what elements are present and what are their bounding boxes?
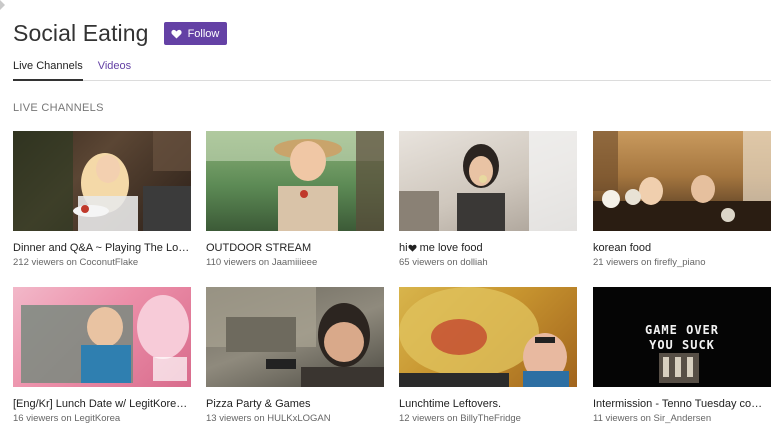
follow-button[interactable]: Follow xyxy=(163,22,228,45)
channel-meta[interactable]: 16 viewers on LegitKorea xyxy=(13,413,191,424)
thumbnail-art xyxy=(659,353,699,383)
section-heading: LIVE CHANNELS xyxy=(13,102,104,114)
channel-card[interactable]: Dinner and Q&A ~ Playing The Lo… 212 vie… xyxy=(13,131,191,268)
thumbnail-art xyxy=(13,131,191,231)
channel-title[interactable]: Lunchtime Leftovers. xyxy=(399,398,577,410)
channel-card[interactable]: Pizza Party & Games 13 viewers on HULKxL… xyxy=(206,287,384,424)
channel-card[interactable]: korean food 21 viewers on firefly_piano xyxy=(593,131,771,268)
stream-thumbnail[interactable] xyxy=(206,287,384,387)
channel-card[interactable]: GAME OVER YOU SUCK Intermission - Tenno … xyxy=(593,287,771,424)
channel-title[interactable]: Pizza Party & Games xyxy=(206,398,384,410)
tab-bar: Live Channels Videos xyxy=(13,60,771,81)
thumbnail-art xyxy=(399,131,577,231)
channel-title[interactable]: korean food xyxy=(593,242,771,254)
channel-title[interactable]: OUTDOOR STREAM xyxy=(206,242,384,254)
channel-title[interactable]: hi me love food xyxy=(399,242,577,254)
channel-title[interactable]: Intermission - Tenno Tuesday com… xyxy=(593,398,771,410)
stream-thumbnail[interactable] xyxy=(13,131,191,231)
channel-meta[interactable]: 110 viewers on Jaamiiieee xyxy=(206,257,384,268)
corner-caret-icon xyxy=(0,0,5,10)
thumbnail-art xyxy=(399,287,569,387)
stream-thumbnail[interactable] xyxy=(206,131,384,231)
channel-meta[interactable]: 12 viewers on BillyTheFridge xyxy=(399,413,577,424)
stream-thumbnail[interactable] xyxy=(399,287,577,387)
page-title: Social Eating xyxy=(13,20,149,46)
stream-thumbnail[interactable] xyxy=(13,287,191,387)
channel-card[interactable]: OUTDOOR STREAM 110 viewers on Jaamiiieee xyxy=(206,131,384,268)
stream-thumbnail[interactable] xyxy=(593,131,771,231)
channel-card[interactable]: hi me love food 65 viewers on dolliah xyxy=(399,131,577,268)
tab-live-channels[interactable]: Live Channels xyxy=(13,60,83,81)
channel-meta[interactable]: 13 viewers on HULKxLOGAN xyxy=(206,413,384,424)
channel-meta[interactable]: 11 viewers on Sir_Andersen xyxy=(593,413,771,424)
channel-title-part: hi xyxy=(399,242,408,254)
heart-icon xyxy=(408,244,417,252)
channel-card[interactable]: Lunchtime Leftovers. 12 viewers on Billy… xyxy=(399,287,577,424)
channel-title[interactable]: [Eng/Kr] Lunch Date w/ LegitKorea… xyxy=(13,398,191,410)
page-header: Social Eating Follow xyxy=(13,20,228,47)
channel-title[interactable]: Dinner and Q&A ~ Playing The Lo… xyxy=(13,242,191,254)
stream-thumbnail[interactable]: GAME OVER YOU SUCK xyxy=(593,287,771,387)
channel-meta[interactable]: 212 viewers on CoconutFlake xyxy=(13,257,191,268)
thumbnail-art xyxy=(206,287,384,387)
channel-card[interactable]: [Eng/Kr] Lunch Date w/ LegitKorea… 16 vi… xyxy=(13,287,191,424)
follow-label: Follow xyxy=(187,27,220,40)
thumbnail-art xyxy=(206,131,384,231)
tab-videos[interactable]: Videos xyxy=(98,60,131,81)
channel-title-part: me love food xyxy=(416,242,483,254)
stream-thumbnail[interactable] xyxy=(399,131,577,231)
channel-meta[interactable]: 21 viewers on firefly_piano xyxy=(593,257,771,268)
thumbnail-art xyxy=(593,131,771,231)
heart-icon xyxy=(170,29,182,39)
thumbnail-art xyxy=(21,295,189,383)
channel-meta[interactable]: 65 viewers on dolliah xyxy=(399,257,577,268)
